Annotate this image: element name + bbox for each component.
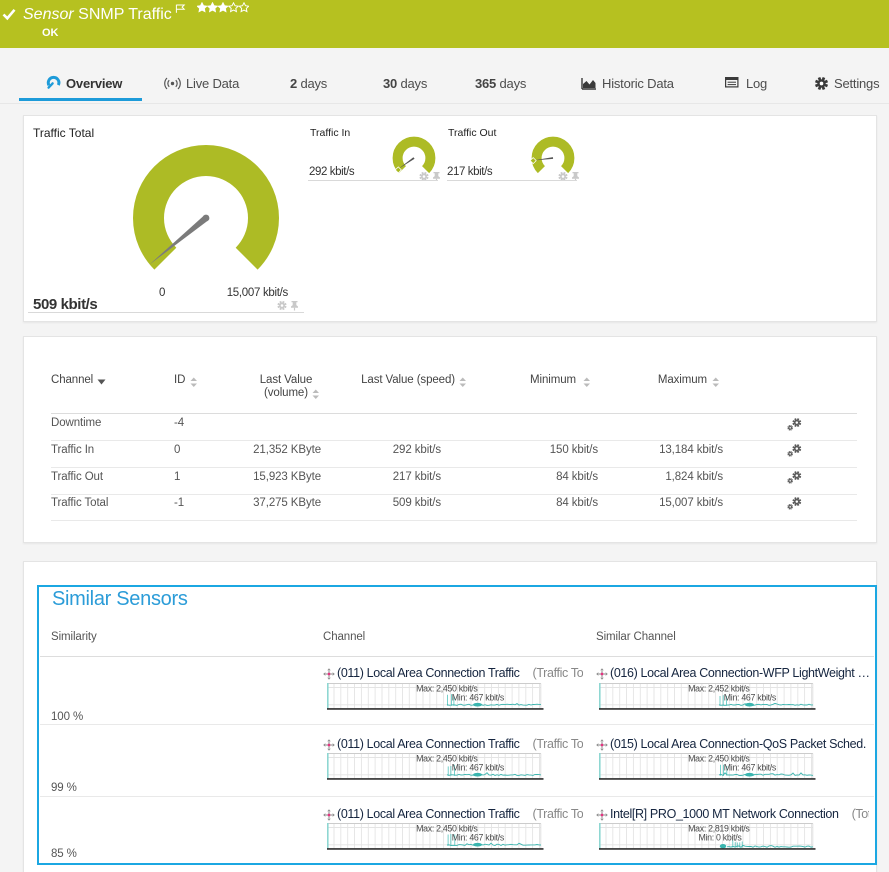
svg-text:Min: 467 kbit/s: Min: 467 kbit/s — [724, 692, 777, 702]
svg-text:Min: 467 kbit/s: Min: 467 kbit/s — [451, 692, 504, 702]
svg-text:Min: 467 kbit/s: Min: 467 kbit/s — [724, 763, 777, 773]
svg-text:Min: 467 kbit/s: Min: 467 kbit/s — [451, 763, 504, 773]
svg-text:Min: 0 kbit/s: Min: 0 kbit/s — [699, 833, 743, 843]
svg-text:Min: 467 kbit/s: Min: 467 kbit/s — [451, 833, 504, 843]
